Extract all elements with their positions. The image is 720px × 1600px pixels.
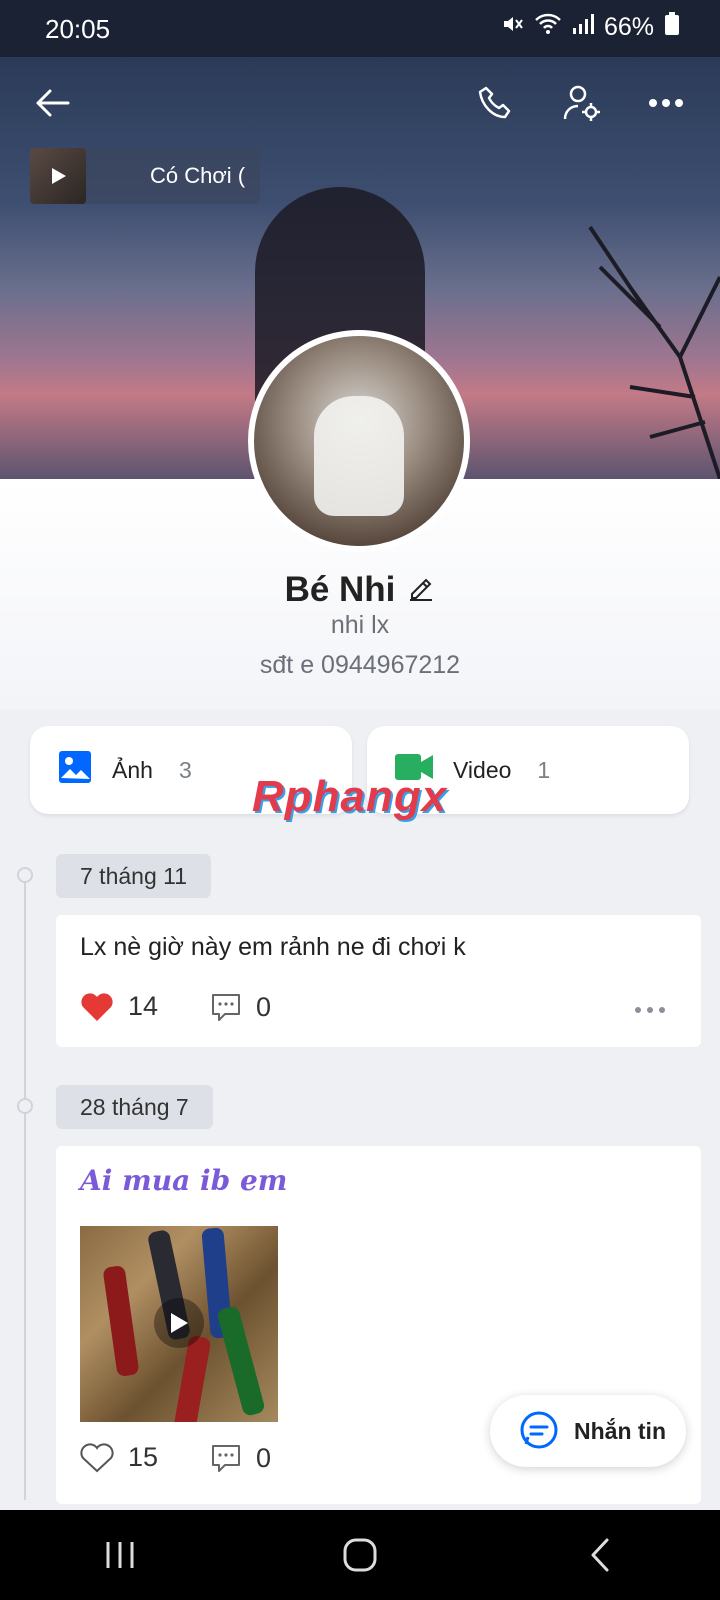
comment-button[interactable]: 0 [210, 1442, 271, 1474]
status-time: 20:05 [45, 14, 111, 44]
home-icon[interactable] [330, 1525, 390, 1585]
chat-bubble-icon [520, 1411, 558, 1449]
timeline-dot [17, 867, 33, 883]
photos-count: 3 [178, 756, 192, 783]
recent-apps-icon[interactable] [90, 1525, 150, 1585]
system-nav-bar [0, 1510, 720, 1600]
like-count: 14 [128, 991, 159, 1021]
comment-icon [212, 994, 240, 1021]
music-title: Có Chơi ( [150, 163, 246, 188]
comment-button[interactable]: 0 [210, 991, 271, 1023]
comment-count: 0 [256, 991, 272, 1022]
like-button[interactable]: 14 [80, 991, 158, 1022]
status-bar: 20:05 66% [0, 0, 720, 57]
profile-music[interactable]: Có Chơi ( [30, 148, 260, 204]
videos-count: 1 [537, 756, 551, 783]
play-icon [52, 168, 66, 184]
video-play-icon[interactable] [154, 1298, 204, 1348]
battery-icon [664, 12, 680, 43]
more-options-icon[interactable] [644, 81, 688, 125]
signal-icon [572, 13, 594, 42]
heart-filled-icon [81, 992, 113, 1021]
edit-name-icon[interactable] [407, 574, 435, 607]
timeline-dot [17, 1098, 33, 1114]
back-icon[interactable] [30, 81, 74, 125]
post-card[interactable]: Lx nè giờ này em rảnh ne đi chơi k 14 0 [56, 915, 701, 1047]
top-bar [0, 57, 720, 147]
timeline-line [24, 875, 26, 1500]
post-text: Lx nè giờ này em rảnh ne đi chơi k [80, 933, 466, 961]
message-button[interactable]: Nhắn tin [490, 1395, 686, 1467]
profile-username: nhi lx [330, 611, 390, 639]
cover-tree [588, 225, 720, 479]
avatar[interactable] [248, 330, 470, 552]
phone-icon[interactable] [474, 81, 518, 125]
videos-label: Video [453, 756, 512, 783]
like-button[interactable]: 15 [80, 1442, 158, 1473]
nav-back-icon[interactable] [570, 1525, 630, 1585]
comment-count: 0 [256, 1442, 272, 1473]
video-thumbnail[interactable] [80, 1226, 278, 1422]
wifi-icon [534, 12, 562, 43]
photos-label: Ảnh [112, 756, 153, 783]
message-button-label: Nhắn tin [574, 1417, 666, 1444]
battery-percent: 66% [603, 13, 654, 41]
post-date: 7 tháng 11 [56, 854, 212, 898]
name-row: Bé Nhi [0, 570, 720, 610]
profile-name: Bé Nhi [284, 570, 396, 609]
mute-icon [500, 12, 524, 43]
profile-settings-icon[interactable] [560, 81, 604, 125]
comment-icon [212, 1445, 240, 1472]
post-text: Ai mua ib em [80, 1164, 288, 1197]
music-thumbnail [30, 148, 86, 204]
post-more-icon[interactable] [635, 1007, 665, 1013]
watermark: Rphangx [252, 772, 448, 821]
photo-icon [58, 750, 92, 790]
avatar-figure [314, 396, 404, 516]
heart-outline-icon [80, 1442, 114, 1472]
like-count: 15 [128, 1442, 159, 1472]
profile-bio: sđt e 0944967212 [259, 651, 461, 679]
post-date: 28 tháng 7 [56, 1085, 213, 1129]
